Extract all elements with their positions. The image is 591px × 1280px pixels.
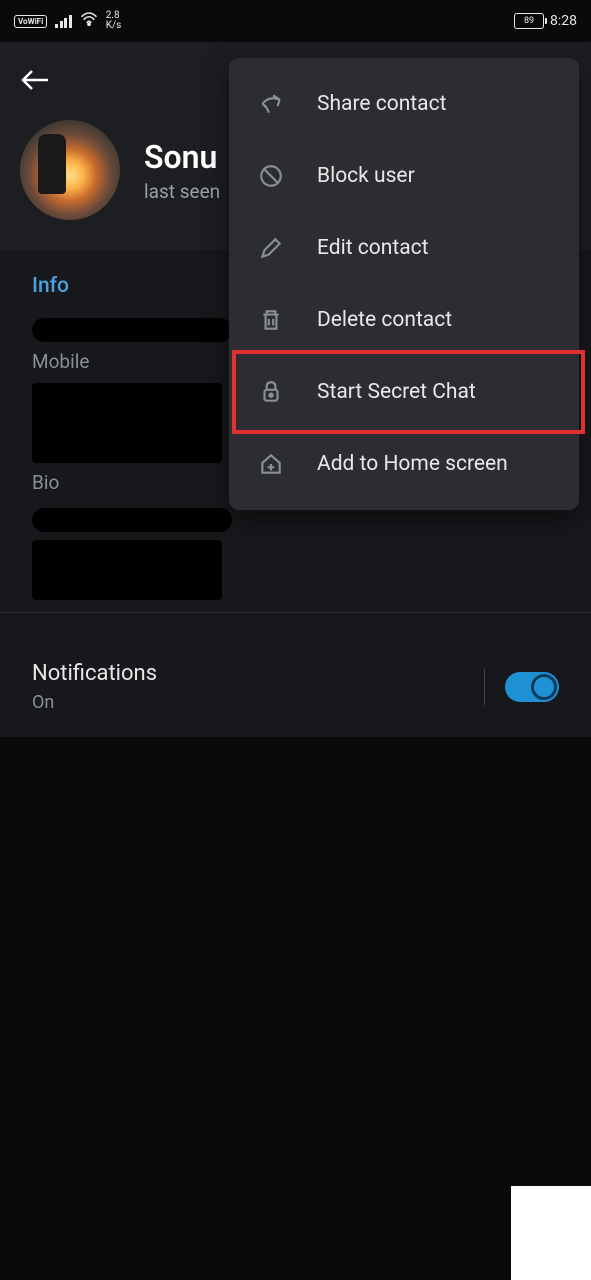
battery-icon: 89: [514, 13, 544, 29]
menu-label: Block user: [317, 164, 415, 188]
status-left: VoWiFi 2.8 K/s: [14, 11, 121, 31]
watermark-box: [511, 1186, 591, 1280]
menu-share-contact[interactable]: Share contact: [229, 68, 579, 140]
menu-delete-contact[interactable]: Delete contact: [229, 284, 579, 356]
divider: [0, 612, 591, 613]
menu-label: Edit contact: [317, 236, 429, 260]
status-bar: VoWiFi 2.8 K/s 89 8:28: [0, 0, 591, 42]
share-icon: [257, 90, 285, 118]
signal-icon: [55, 14, 72, 28]
edit-icon: [257, 234, 285, 262]
home-plus-icon: [257, 450, 285, 478]
redacted-phone: [32, 318, 232, 342]
menu-edit-contact[interactable]: Edit contact: [229, 212, 579, 284]
menu-label: Start Secret Chat: [317, 380, 476, 404]
separator: [484, 669, 485, 705]
menu-label: Share contact: [317, 92, 446, 116]
wifi-icon: [80, 12, 98, 30]
back-button[interactable]: [20, 60, 60, 100]
redacted-block: [32, 383, 222, 463]
status-right: 89 8:28: [514, 13, 577, 29]
trash-icon: [257, 306, 285, 334]
menu-start-secret-chat[interactable]: Start Secret Chat: [229, 356, 579, 428]
network-speed: 2.8 K/s: [106, 11, 122, 31]
menu-block-user[interactable]: Block user: [229, 140, 579, 212]
context-menu: Share contact Block user Edit contact De…: [229, 58, 579, 510]
menu-label: Add to Home screen: [317, 452, 508, 476]
redacted-bio2: [32, 540, 222, 600]
notifications-toggle[interactable]: [505, 672, 559, 702]
redacted-bio1: [32, 508, 232, 532]
lock-icon: [257, 378, 285, 406]
menu-add-home-screen[interactable]: Add to Home screen: [229, 428, 579, 500]
clock: 8:28: [550, 13, 577, 29]
block-icon: [257, 162, 285, 190]
avatar[interactable]: [20, 120, 120, 220]
notifications-row[interactable]: Notifications On: [0, 643, 591, 737]
notifications-title: Notifications: [32, 661, 157, 686]
notifications-status: On: [32, 692, 157, 713]
menu-label: Delete contact: [317, 308, 452, 332]
last-seen-label: last seen: [144, 180, 220, 203]
vowifi-icon: VoWiFi: [14, 15, 47, 28]
contact-name: Sonu: [144, 138, 220, 176]
